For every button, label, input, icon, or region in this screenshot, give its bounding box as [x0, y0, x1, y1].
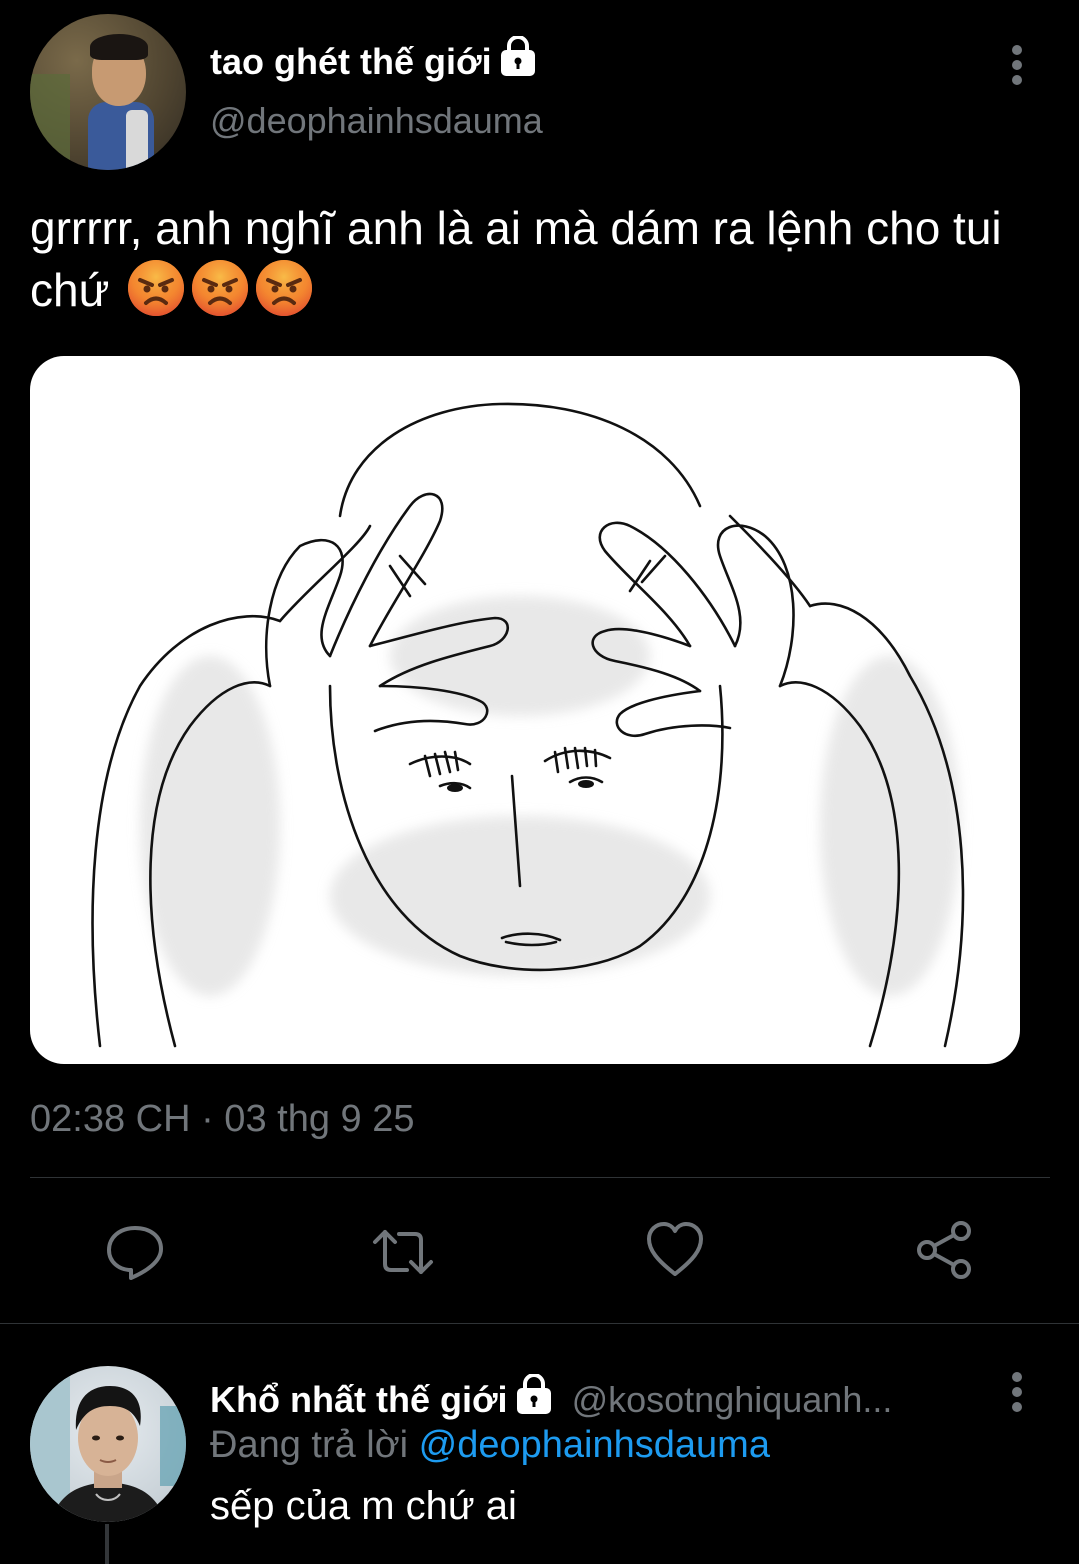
retweet-icon[interactable] — [371, 1220, 435, 1284]
angry-face-icon — [128, 260, 185, 316]
replying-to-line: Đang trả lời @deophainhsdauma — [210, 1424, 770, 1467]
share-icon[interactable] — [913, 1218, 977, 1282]
reply-author-avatar[interactable] — [30, 1366, 186, 1522]
author-name-row[interactable]: tao ghét thế giới — [210, 36, 538, 83]
replying-to-mention[interactable]: @deophainhsdauma — [419, 1424, 770, 1466]
more-options-icon[interactable] — [1007, 35, 1027, 95]
tweet-media-image[interactable] — [30, 356, 1020, 1064]
replying-prefix: Đang trả lời — [210, 1424, 409, 1466]
heart-icon[interactable] — [643, 1218, 707, 1282]
angry-face-icon — [192, 260, 249, 316]
reply-icon[interactable] — [103, 1220, 167, 1284]
reply-author-display-name[interactable]: Khổ nhất thế giới — [210, 1379, 508, 1420]
stressed-figure-drawing — [91, 402, 965, 1048]
tweet-text: grrrrr, anh nghĩ anh là ai mà dám ra lện… — [30, 198, 1030, 320]
lock-icon — [516, 1374, 551, 1414]
avatar-background — [30, 74, 70, 164]
author-avatar[interactable] — [30, 14, 186, 170]
angry-face-icon — [256, 260, 313, 316]
tweet-timestamp[interactable]: 02:38 CH · 03 thg 9 25 — [30, 1098, 414, 1141]
reply-author-row[interactable]: Khổ nhất thế giới @kosotnghiquanh... — [210, 1374, 892, 1421]
young-man-photo — [30, 1366, 186, 1522]
reply-more-options-icon[interactable] — [1007, 1362, 1027, 1422]
thread-connector-line — [105, 1524, 109, 1564]
avatar-hair — [90, 34, 148, 60]
lock-icon — [500, 36, 535, 76]
reply-text: sếp của m chứ ai — [210, 1484, 517, 1528]
avatar-stripe — [126, 110, 148, 170]
tweet-divider — [30, 1177, 1050, 1178]
author-display-name[interactable]: tao ghét thế giới — [210, 41, 492, 82]
author-handle[interactable]: @deophainhsdauma — [210, 100, 543, 142]
section-divider — [0, 1323, 1079, 1324]
reply-author-handle[interactable]: @kosotnghiquanh... — [572, 1379, 893, 1420]
